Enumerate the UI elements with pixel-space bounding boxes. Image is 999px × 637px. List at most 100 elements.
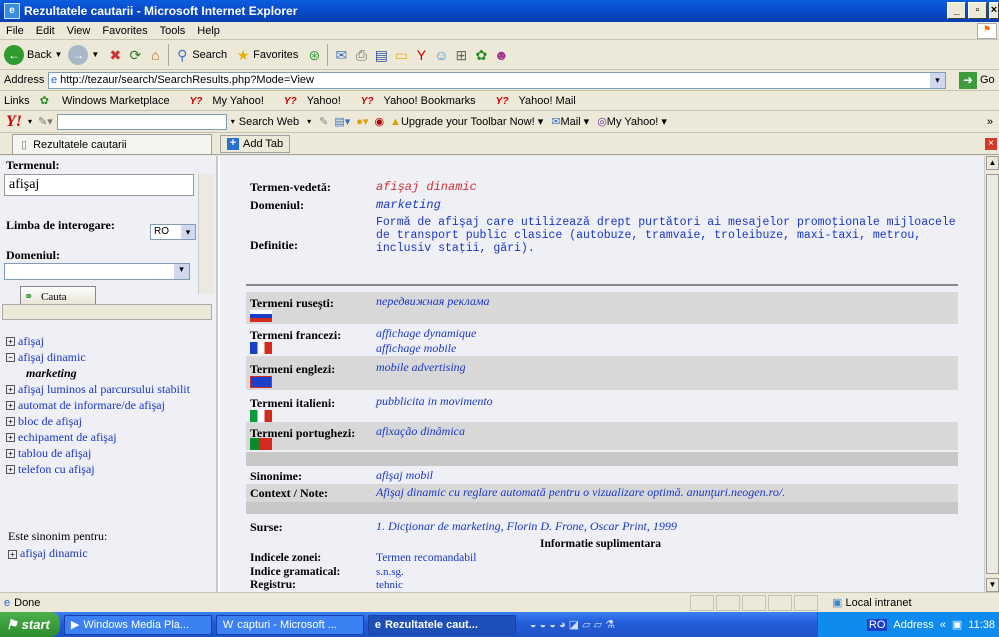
link-my-yahoo[interactable]: Y? My Yahoo! [190,95,274,107]
tree-item[interactable]: + automat de informare/de afişaj [6,398,212,412]
chevron-down-icon[interactable]: ▾ [231,117,235,126]
shield-icon[interactable]: ◉ [374,115,384,128]
link-label: My Yahoo! [212,94,264,107]
task-windows-media-player[interactable]: ▶ Windows Media Pla... [63,614,212,635]
history-icon[interactable]: ⊛ [304,45,324,65]
refresh-icon[interactable]: ⟳ [125,45,145,65]
menu-help[interactable]: Help [191,25,226,37]
yahoo-search-input[interactable] [56,113,227,130]
close-tab-icon[interactable]: × [985,138,997,150]
start-button[interactable]: ⚑ start [0,612,60,637]
page-icon: e [51,74,58,86]
highlight-icon[interactable]: ✎ [319,115,328,128]
tray-expand-icon[interactable]: « [940,619,946,631]
task-label: Windows Media Pla... [83,618,190,631]
yahoo-logo-icon[interactable]: Y! [6,113,22,131]
forward-button[interactable]: → ▼ [68,44,99,65]
expand-icon[interactable]: + [6,449,15,458]
sinonime-label: Sinonime: [250,469,303,483]
status-bar: e Done ▣ Local intranet [0,592,999,612]
expand-icon[interactable]: + [6,401,15,410]
tree-item[interactable]: + afişaj [6,334,212,348]
close-button[interactable]: × [989,2,999,19]
edit-icon[interactable]: ▤ [371,45,391,65]
link-yahoo-mail[interactable]: Y? Yahoo! Mail [496,95,586,107]
tree-item[interactable]: + bloc de afişaj [6,414,212,428]
window-icon[interactable]: ▤▾ [334,115,350,128]
address-toolbar-label[interactable]: Address [893,619,933,631]
go-arrow-icon[interactable]: ➜ [959,72,977,89]
link-yahoo[interactable]: Y? Yahoo! [284,95,351,107]
link-windows-marketplace[interactable]: ✿ Windows Marketplace [40,94,180,107]
expand-icon[interactable]: + [6,465,15,474]
expand-icon[interactable]: + [6,417,15,426]
upgrade-toolbar-button[interactable]: ▲Upgrade your Toolbar Now! ▾ [390,115,543,128]
limba-select[interactable]: RO [150,224,196,240]
back-button[interactable]: ← Back ▼ [4,44,62,65]
network-icon[interactable]: ▣ [952,618,962,631]
tab-rezultatele-cautarii[interactable]: ▯ Rezultatele cautarii [12,134,212,154]
stop-icon[interactable]: ✖ [105,45,125,65]
expand-icon[interactable]: + [6,433,15,442]
go-button[interactable]: Go [980,74,995,86]
home-icon[interactable]: ⌂ [145,45,165,65]
chevron-down-icon[interactable]: ▼ [91,50,99,59]
expand-icon[interactable]: + [6,337,15,346]
tree-item[interactable]: + tablou de afişaj [6,446,212,460]
uk-flag-icon [250,376,272,388]
expand-icon[interactable]: + [8,550,17,559]
menu-tools[interactable]: Tools [154,25,192,37]
messenger-icon[interactable]: ☺ [431,45,451,65]
address-input[interactable]: e http://tezaur/search/SearchResults.php… [48,72,946,89]
yahoo-icon[interactable]: Y [411,45,431,65]
search-frame-scrollbar[interactable] [198,174,214,294]
link-yahoo-bookmarks[interactable]: Y? Yahoo! Bookmarks [361,95,486,107]
termen-input[interactable]: afişaj [4,174,194,196]
tree-item[interactable]: − afişaj dinamic [6,350,212,364]
pencil-icon[interactable]: ✎▾ [38,115,53,128]
tree-subitem[interactable]: marketing [6,366,212,380]
my-yahoo-button[interactable]: ◎My Yahoo! ▾ [597,115,667,128]
mail-icon[interactable]: ✉ [331,45,351,65]
expand-icon[interactable]: + [6,385,15,394]
collapse-icon[interactable]: − [6,353,15,362]
messenger-icon[interactable]: ☻ [491,45,511,65]
vertical-scrollbar[interactable]: ▲ ▼ [984,156,999,592]
add-tab-button[interactable]: + Add Tab [220,135,291,153]
search-button[interactable]: ⚲ Search [172,45,227,65]
chevron-down-icon[interactable]: ▼ [54,50,62,59]
task-internet-explorer[interactable]: e Rezultatele caut... [367,614,516,635]
tree-item[interactable]: + telefon cu afişaj [6,462,212,476]
toolbar-separator [327,43,329,66]
chevron-down-icon[interactable]: ▾ [28,117,32,126]
print-icon[interactable]: ⎙ [351,45,371,65]
scrollbar-thumb[interactable] [986,174,999,574]
menu-view[interactable]: View [61,25,97,37]
menu-favorites[interactable]: Favorites [96,25,153,37]
search-web-button[interactable]: Search Web [239,116,299,128]
tools-icon[interactable]: ✿ [471,45,491,65]
toolbar-overflow-icon[interactable]: » [987,116,993,128]
chevron-down-icon[interactable]: ▾ [307,117,311,126]
yahoo-mail-button[interactable]: ✉Mail ▾ [551,115,589,128]
tree-item[interactable]: + afişaj luminos al parcursului stabilit [6,382,212,396]
research-icon[interactable]: ⊞ [451,45,471,65]
chevron-down-icon[interactable]: ▾ [930,73,945,88]
language-indicator[interactable]: RO [866,618,888,631]
quicklaunch-icons[interactable]: ◒ ◒ ◒ ◕ ◪ ▱ ▱ ⚗ [530,618,615,631]
indice-gramatical-value: s.n.sg. [376,566,404,578]
sinonim-item[interactable]: + afişaj dinamic [8,546,88,561]
tree-item[interactable]: + echipament de afişaj [6,430,212,444]
restore-button[interactable]: ▫ [968,2,987,19]
folder-icon[interactable]: ▭ [391,45,411,65]
favorites-button[interactable]: ★ Favorites [233,45,299,65]
horizontal-scrollbar[interactable] [2,304,212,320]
globe-icon[interactable]: ●▾ [356,115,368,128]
scroll-up-icon[interactable]: ▲ [986,156,999,170]
minimize-button[interactable]: _ [947,2,966,19]
menu-edit[interactable]: Edit [30,25,61,37]
domeniu-select[interactable] [4,263,190,280]
scroll-down-icon[interactable]: ▼ [986,578,999,592]
task-word-document[interactable]: Wcapturi - Microsoft ... [215,614,364,635]
menu-file[interactable]: File [0,25,30,37]
